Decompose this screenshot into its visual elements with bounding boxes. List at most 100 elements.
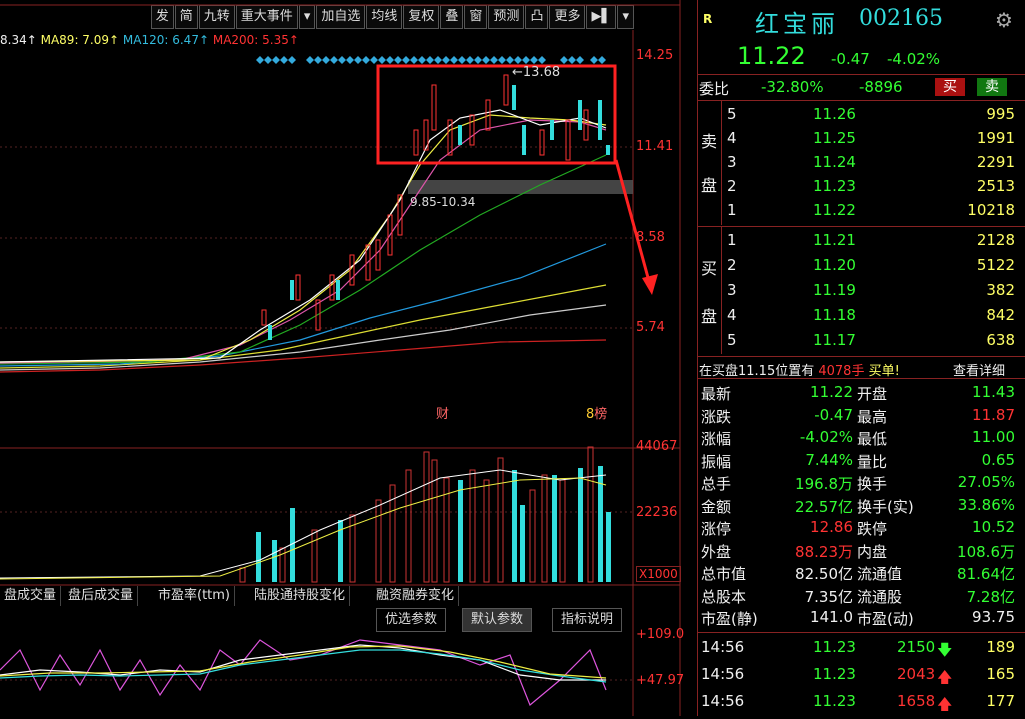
stat-value: 81.64亿 xyxy=(957,565,1015,583)
ask-level: 3 xyxy=(727,153,737,171)
price-change: -0.47 xyxy=(831,50,870,68)
tab-default-params[interactable]: 默认参数 xyxy=(462,608,533,632)
tab-after-hours-volume[interactable]: 盘后成交量 xyxy=(64,586,139,606)
ask-row[interactable]: 3 11.24 2291 xyxy=(697,151,1025,175)
stat-label: 最低 xyxy=(857,430,888,448)
ask-price: 11.25 xyxy=(813,129,856,147)
indicator-axis-label: +109.0 xyxy=(636,627,685,642)
bid-level: 2 xyxy=(727,256,737,274)
stat-label: 流通股 xyxy=(857,587,903,606)
stat-label: 内盘 xyxy=(857,542,888,561)
down-arrow-icon xyxy=(614,159,658,295)
stat-value: 22.57亿 xyxy=(795,497,853,516)
bid-price: 11.17 xyxy=(813,331,856,349)
financial-report-marker[interactable]: 财 xyxy=(436,403,449,422)
ask-volume: 995 xyxy=(986,105,1015,123)
weibi-value: -32.80% xyxy=(761,78,824,96)
price-axis-label: 8.58 xyxy=(636,230,665,245)
tick-price: 11.23 xyxy=(813,692,856,710)
stat-label: 换手 xyxy=(857,475,888,493)
price-axis-label: 14.25 xyxy=(636,48,674,63)
stat-value: 10.52 xyxy=(972,518,1015,536)
notice-type: 买单! xyxy=(868,364,900,379)
ask-row[interactable]: 5 11.26 995 xyxy=(697,103,1025,127)
stat-label: 金额 xyxy=(701,497,732,516)
tick-row: 14:56 11.23 1658 🡅 177 xyxy=(697,688,1025,714)
stat-value: 11.00 xyxy=(972,428,1015,446)
stat-value: -0.47 xyxy=(814,405,853,424)
bid-row[interactable]: 4 11.18 842 xyxy=(697,304,1025,328)
stat-row: 总市值 82.50亿 流通值 81.64亿 xyxy=(697,561,1025,583)
ask-row[interactable]: 4 11.25 1991 xyxy=(697,127,1025,151)
ask-level: 1 xyxy=(727,201,737,219)
gear-icon[interactable]: ⚙ xyxy=(995,8,1013,32)
bid-volume: 842 xyxy=(986,306,1015,324)
tick-price: 11.23 xyxy=(813,638,856,656)
ask-row[interactable]: 2 11.23 2513 xyxy=(697,175,1025,199)
up-arrow-icon: 🡅 xyxy=(937,695,953,713)
stat-label: 换手(实) xyxy=(857,497,914,516)
indicator-tab-bar: 盘成交量 盘后成交量 市盈率(ttm) 陆股通持股变化 融资融券变化 xyxy=(0,586,635,608)
signal-diamonds xyxy=(256,56,606,64)
stat-label: 涨停 xyxy=(701,520,732,538)
r-badge: R xyxy=(703,12,713,26)
stat-row: 外盘 88.23万 内盘 108.6万 xyxy=(697,539,1025,561)
view-details-link[interactable]: 查看详细 xyxy=(953,360,1005,379)
moving-average-lines xyxy=(0,109,607,373)
stat-value: 108.6万 xyxy=(957,542,1015,561)
tab-optimized-params[interactable]: 优选参数 xyxy=(376,608,447,632)
notice-volume: 4078手 xyxy=(818,364,865,379)
ask-row[interactable]: 1 11.22 10218 xyxy=(697,199,1025,223)
bid-row[interactable]: 3 11.19 382 xyxy=(697,279,1025,303)
bid-row[interactable]: 1 11.21 2128 xyxy=(697,229,1025,253)
tab-indicator-help[interactable]: 指标说明 xyxy=(552,608,623,632)
stat-value: -4.02% xyxy=(799,428,853,446)
stat-value: 88.23万 xyxy=(795,542,853,561)
price-axis-label: 11.41 xyxy=(636,139,674,154)
price-axis-label: 5.74 xyxy=(636,320,665,335)
stat-value: 11.43 xyxy=(972,383,1015,401)
ask-price: 11.23 xyxy=(813,177,856,195)
band-label: 9.85-10.34 xyxy=(410,195,476,209)
bid-level: 4 xyxy=(727,306,737,324)
bid-price: 11.20 xyxy=(813,256,856,274)
bid-price: 11.18 xyxy=(813,306,856,324)
stat-label: 最高 xyxy=(857,407,888,426)
tick-volume: 2150 xyxy=(897,638,936,656)
indicator-axis-label: +47.97 xyxy=(636,673,685,688)
current-price: 11.22 xyxy=(737,42,806,70)
bid-volume: 382 xyxy=(986,281,1015,299)
tab-margin-trading[interactable]: 融资融券变化 xyxy=(372,586,460,606)
stat-row: 涨跌 -0.47 最高 11.87 xyxy=(697,404,1025,426)
bid-row[interactable]: 5 11.17 638 xyxy=(697,329,1025,353)
stat-value: 82.50亿 xyxy=(795,565,853,583)
tick-volume: 1658 xyxy=(897,692,936,710)
ask-volume: 2291 xyxy=(976,153,1015,171)
bid-level: 1 xyxy=(727,231,737,249)
stat-label: 开盘 xyxy=(857,385,888,403)
stat-value: 27.05% xyxy=(957,473,1015,491)
tick-count: 177 xyxy=(986,692,1015,710)
stat-label: 涨幅 xyxy=(701,430,732,448)
stat-value: 93.75 xyxy=(972,608,1015,626)
stat-value: 141.0 xyxy=(810,608,853,626)
ranking-marker[interactable]: 8榜 xyxy=(586,403,607,422)
bid-volume: 5122 xyxy=(976,256,1015,274)
tab-pe-ttm[interactable]: 市盈率(ttm) xyxy=(154,586,236,606)
large-order-notice: 在买盘11.15位置有 4078手 买单! xyxy=(699,360,900,379)
notice-text: 在买盘11.15位置有 xyxy=(699,364,815,379)
stat-row: 涨幅 -4.02% 最低 11.00 xyxy=(697,426,1025,448)
tab-volume[interactable]: 盘成交量 xyxy=(0,586,62,606)
tick-row: 14:56 11.23 2043 🡅 165 xyxy=(697,661,1025,687)
buy-button[interactable]: 买 xyxy=(935,78,965,96)
indicator-lines xyxy=(0,639,607,706)
bid-row[interactable]: 2 11.20 5122 xyxy=(697,254,1025,278)
ask-volume: 2513 xyxy=(976,177,1015,195)
weibi-label: 委比 xyxy=(699,80,730,98)
stat-label: 跌停 xyxy=(857,520,888,538)
stat-value: 11.22 xyxy=(810,383,853,401)
stat-label: 量比 xyxy=(857,452,888,471)
tab-northbound-holdings[interactable]: 陆股通持股变化 xyxy=(250,586,351,606)
sell-button[interactable]: 卖 xyxy=(977,78,1007,96)
tick-time: 14:56 xyxy=(701,692,745,710)
